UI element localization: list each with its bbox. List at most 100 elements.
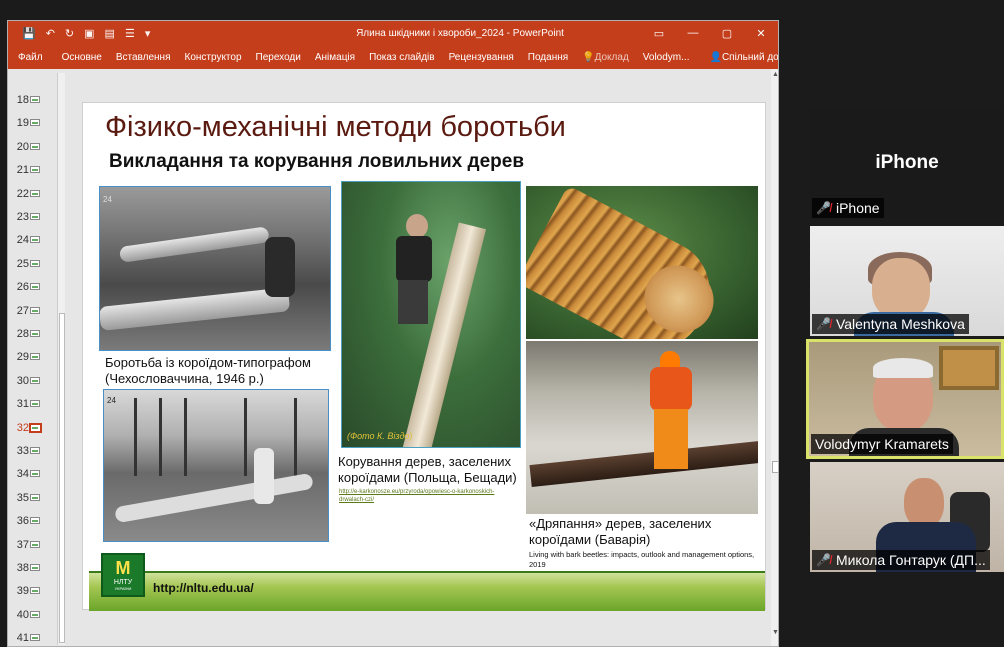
footer-line: [89, 571, 765, 573]
log-shape: [100, 287, 291, 331]
thumbnail-scroll-knob[interactable]: [59, 313, 65, 643]
participant-tile-iphone[interactable]: iPhone 🎤̸ iPhone: [810, 108, 1004, 220]
share-label: Спільний доступ: [721, 51, 779, 63]
worker-figure: [254, 448, 274, 504]
ribbon-display-icon[interactable]: ▭: [642, 27, 676, 40]
caption-1-line1: Боротьба із короїдом-типографом: [105, 355, 311, 370]
editor-scroll-knob[interactable]: [772, 461, 778, 473]
slide-preview-icon: [30, 517, 40, 525]
tab-view[interactable]: Подання: [521, 52, 575, 63]
document-title: Ялина шкідники і хвороби_2024 - PowerPoi…: [356, 27, 564, 39]
caption-2-line2: короїдами (Польща, Бещади): [338, 470, 517, 486]
tree-shape: [184, 398, 187, 476]
slide-number: 34: [16, 468, 29, 481]
maximize-button[interactable]: ▢: [710, 27, 744, 40]
save-icon[interactable]: 💾: [22, 27, 36, 40]
participant-tile-mykola[interactable]: 🎤̸ Микола Гонтарук (ДП...: [810, 462, 1004, 572]
trunk-shape: [529, 441, 758, 487]
powerpoint-window: 💾 ↶ ↻ ▣ ▤ ☰ ▾ Ялина шкідники і хвороби_2…: [7, 20, 779, 647]
present-icon[interactable]: ▣: [84, 27, 94, 40]
photo-czech-bark-beetle-1946[interactable]: 24: [99, 186, 331, 351]
caption-1-line2: (Чехословаччина, 1946 р.): [105, 371, 264, 387]
slide-preview-icon: [30, 376, 40, 384]
caption-2-line1: Корування дерев, заселених: [338, 454, 512, 469]
slide-preview-icon: [30, 610, 40, 618]
slide-preview-icon: [30, 96, 40, 103]
editor-scrollbar[interactable]: ▲ ▼: [771, 69, 778, 646]
mic-muted-icon: 🎤̸: [816, 553, 831, 567]
reference-text[interactable]: Living with bark beetles: impacts, outlo…: [529, 550, 765, 570]
footer-bar: M НЛТУ УКРАЇНИ http://nltu.edu.ua/: [89, 553, 765, 611]
slide-canvas[interactable]: Фізико-механічні методи боротьби Виклада…: [82, 102, 766, 611]
logo-subtext: УКРАЇНИ: [114, 586, 132, 591]
tell-me-label: Доклад: [594, 51, 629, 63]
thumbnail-scrollbar[interactable]: [57, 73, 65, 645]
photo-debarking-poland[interactable]: (Фото К. Віздо): [341, 181, 521, 448]
slide-preview-icon: [30, 306, 40, 314]
participant-tile-volodymyr[interactable]: Volodymyr Kramarets: [806, 339, 1004, 459]
tab-slideshow[interactable]: Показ слайдів: [362, 52, 442, 63]
tab-home[interactable]: Основне: [55, 52, 109, 63]
close-button[interactable]: ✕: [744, 27, 778, 40]
photo-bavaria-worker[interactable]: [526, 341, 758, 514]
tab-transitions[interactable]: Переходи: [249, 52, 308, 63]
tell-me-search[interactable]: 💡Доклад: [575, 52, 636, 63]
photo-credit: (Фото К. Віздо): [347, 431, 413, 441]
slide-number: 20: [16, 140, 29, 153]
user-account[interactable]: Volodym...: [636, 52, 697, 63]
ribbon-tabs: Файл Основне Вставлення Конструктор Пере…: [8, 45, 778, 69]
participant-tile-valentyna[interactable]: 🎤̸ Valentyna Meshkova: [810, 226, 1004, 336]
slide-preview-icon: [30, 213, 40, 220]
tab-review[interactable]: Рецензування: [442, 52, 521, 63]
tab-file[interactable]: Файл: [8, 52, 55, 63]
slide-preview-icon: [30, 540, 40, 548]
redo-icon[interactable]: ↻: [65, 27, 74, 40]
nltu-logo: M НЛТУ УКРАЇНИ: [101, 553, 145, 597]
slide-number: 24: [16, 234, 29, 247]
caption-3-line1: «Дряпання» дерев, заселених: [529, 516, 712, 531]
list-icon[interactable]: ☰: [125, 27, 135, 40]
slide-preview-icon: [30, 142, 40, 150]
worker-figure: [646, 351, 696, 471]
slide-preview-icon: [30, 119, 40, 127]
slide-title[interactable]: Фізико-механічні методи боротьби: [105, 111, 566, 144]
slide-number: 38: [16, 562, 29, 574]
tree-shape: [294, 398, 297, 476]
share-button[interactable]: 👤Спільний доступ: [702, 51, 779, 63]
slide-subtitle[interactable]: Викладання та корування ловильних дерев: [109, 151, 524, 173]
scroll-down-icon[interactable]: ▼: [772, 629, 778, 636]
participant-label: 🎤̸ iPhone: [812, 198, 884, 218]
person-face: [872, 258, 930, 320]
footer-url[interactable]: http://nltu.edu.ua/: [153, 581, 254, 595]
slide-number: 22: [16, 187, 29, 200]
person-icon: 👤: [709, 51, 722, 63]
photo-scratched-log[interactable]: [526, 186, 758, 339]
slide-preview-icon: [30, 330, 40, 337]
caption-1[interactable]: Боротьба із короїдом-типографом (Чехосло…: [105, 355, 345, 388]
title-bar: 💾 ↶ ↻ ▣ ▤ ☰ ▾ Ялина шкідники і хвороби_2…: [8, 21, 778, 45]
slide-preview-icon: [30, 564, 40, 571]
slide-preview-icon: [30, 470, 40, 478]
slide-number: 40: [16, 608, 29, 621]
slide-number: 28: [16, 328, 29, 340]
tab-design[interactable]: Конструктор: [178, 52, 249, 63]
photo-tag: 24: [103, 195, 112, 204]
caption-3[interactable]: «Дряпання» дерев, заселених короїдами (Б…: [529, 516, 759, 549]
caption-2[interactable]: Корування дерев, заселених короїдами (По…: [338, 454, 528, 487]
slide-preview-icon: [30, 400, 40, 408]
slide-preview-icon: [29, 422, 42, 433]
undo-icon[interactable]: ↶: [46, 27, 55, 40]
lightbulb-icon: 💡: [582, 51, 595, 63]
tab-insert[interactable]: Вставлення: [109, 52, 178, 63]
open-icon[interactable]: ▤: [105, 27, 115, 40]
participant-big-name: iPhone: [875, 152, 939, 173]
photo-forest-workers[interactable]: 24: [103, 389, 329, 542]
scroll-up-icon[interactable]: ▲: [772, 71, 778, 78]
tree-shape: [159, 398, 162, 476]
slide-preview-icon: [30, 236, 40, 244]
tab-animations[interactable]: Анімація: [308, 52, 362, 63]
customize-icon[interactable]: ▾: [145, 27, 151, 40]
source-link[interactable]: http://e-karkonosze.eu/przyroda/opowiesc…: [339, 489, 519, 505]
slide-number: 19: [16, 117, 29, 130]
minimize-button[interactable]: —: [676, 27, 710, 40]
